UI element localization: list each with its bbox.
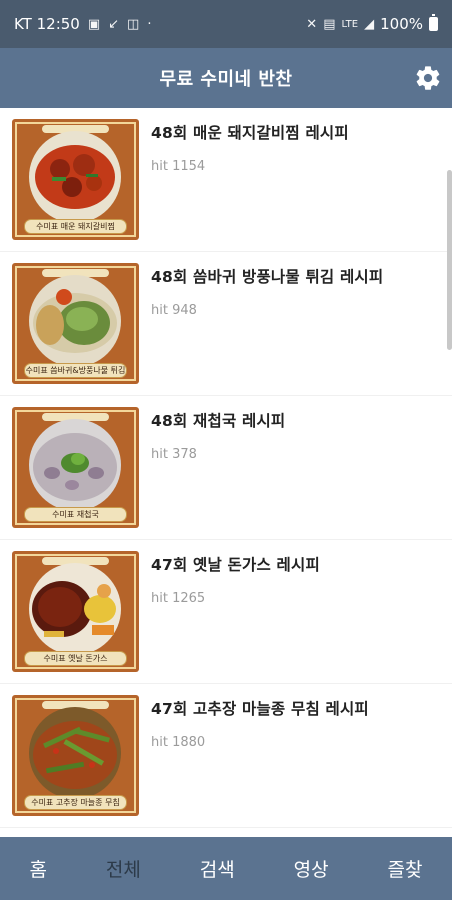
item-title: 48회 재첩국 레시피 (151, 412, 286, 430)
item-text: 48회 재첩국 레시피 hit 378 (139, 407, 285, 462)
more-notifications-icon: · (147, 16, 152, 32)
item-title: 47회 옛날 돈가스 레시피 (151, 556, 320, 574)
nav-home[interactable]: 홈 (23, 847, 52, 890)
missed-call-icon: ↙ (108, 16, 120, 32)
carrier-time: KT 12:50 (14, 15, 80, 33)
item-hit-count: hit 1265 (151, 591, 206, 606)
item-title: 48회 매운 돼지갈비찜 레시피 (151, 124, 349, 142)
item-title: 48회 씀바귀 방풍나물 튀김 레시피 (151, 268, 384, 286)
status-left: KT 12:50 ▣ ↙ ◫ · (14, 15, 151, 33)
nav-video[interactable]: 영상 (288, 847, 335, 890)
app-bar: 무료 수미네 반찬 (0, 48, 452, 108)
recipe-thumbnail: 수미표 재첩국 (12, 407, 139, 528)
item-hit-count: hit 378 (151, 447, 197, 462)
thumbnail-caption: 수미표 고추장 마늘종 무침 (24, 795, 127, 810)
gallery-notification-icon: ▣ (87, 16, 101, 32)
list-item[interactable]: 수미표 옛날 돈가스 47회 옛날 돈가스 레시피 hit 1265 (0, 540, 452, 684)
thumbnail-caption: 수미표 옛날 돈가스 (24, 651, 127, 666)
volte-icon: ▤ (323, 16, 336, 32)
status-bar: KT 12:50 ▣ ↙ ◫ · ✕ ▤ LTE ◢ 100% (0, 0, 452, 48)
battery-icon (429, 14, 438, 31)
list-item[interactable]: 수미표 고추장 마늘종 무침 47회 고추장 마늘종 무침 레시피 hit 18… (0, 684, 452, 828)
signal-icon: ◢ (364, 16, 375, 32)
nav-search[interactable]: 검색 (194, 847, 241, 890)
item-text: 48회 씀바귀 방풍나물 튀김 레시피 hit 948 (139, 263, 383, 318)
recipe-thumbnail: 수미표 씀바귀&방풍나물 튀김 (12, 263, 139, 384)
nav-favorites[interactable]: 즐찾 (382, 847, 429, 890)
thumbnail-caption: 수미표 재첩국 (24, 507, 127, 522)
thumbnail-caption: 수미표 매운 돼지갈비찜 (24, 219, 127, 234)
battery-percent: 100% (380, 15, 423, 33)
app-title: 무료 수미네 반찬 (159, 69, 293, 90)
recipe-list[interactable]: 수미표 매운 돼지갈비찜 48회 매운 돼지갈비찜 레시피 hit 1154 수… (0, 108, 452, 837)
list-item[interactable]: 수미표 씀바귀&방풍나물 튀김 48회 씀바귀 방풍나물 튀김 레시피 hit … (0, 252, 452, 396)
bottom-nav: 홈 전체 검색 영상 즐찾 (0, 837, 452, 900)
recipe-thumbnail: 수미표 고추장 마늘종 무침 (12, 695, 139, 816)
recipe-thumbnail: 수미표 매운 돼지갈비찜 (12, 119, 139, 240)
item-text: 48회 매운 돼지갈비찜 레시피 hit 1154 (139, 119, 349, 174)
list-item[interactable]: 수미표 재첩국 48회 재첩국 레시피 hit 378 (0, 396, 452, 540)
thumbnail-caption: 수미표 씀바귀&방풍나물 튀김 (24, 363, 127, 378)
network-type: LTE (341, 18, 359, 30)
mute-icon: ✕ (306, 16, 318, 32)
item-hit-count: hit 1880 (151, 735, 206, 750)
scrollbar[interactable] (447, 170, 452, 350)
app-notification-icon: ◫ (127, 16, 140, 32)
gear-icon[interactable] (414, 64, 442, 92)
item-hit-count: hit 948 (151, 303, 197, 318)
recipe-thumbnail: 수미표 옛날 돈가스 (12, 551, 139, 672)
item-title: 47회 고추장 마늘종 무침 레시피 (151, 700, 369, 718)
nav-all[interactable]: 전체 (100, 847, 147, 890)
item-text: 47회 옛날 돈가스 레시피 hit 1265 (139, 551, 320, 606)
status-right: ✕ ▤ LTE ◢ 100% (306, 14, 438, 33)
item-text: 47회 고추장 마늘종 무침 레시피 hit 1880 (139, 695, 369, 750)
item-hit-count: hit 1154 (151, 159, 206, 174)
list-item[interactable]: 수미표 매운 돼지갈비찜 48회 매운 돼지갈비찜 레시피 hit 1154 (0, 108, 452, 252)
